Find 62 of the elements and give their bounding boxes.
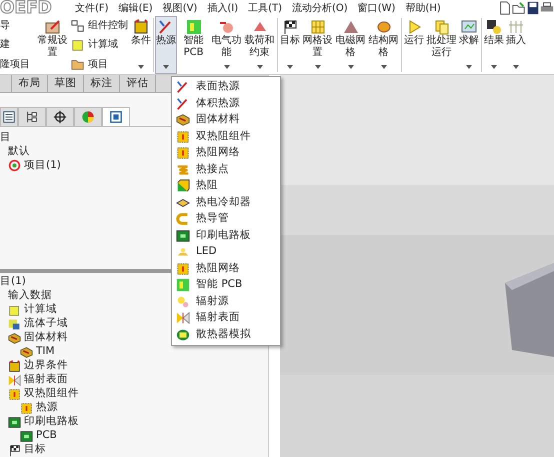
toolbar-button[interactable]: 网格设置	[301, 16, 334, 74]
toolbar-label[interactable]: 建	[0, 37, 36, 52]
toolbar-button[interactable]: 条件	[130, 16, 152, 74]
toolbar-button[interactable]: 批处理运行	[425, 16, 458, 74]
tree-item[interactable]: 热源	[36, 400, 58, 416]
menu-item[interactable]: 帮助(H)	[400, 0, 446, 16]
menu-item[interactable]: 辐射源	[172, 294, 280, 310]
toolbar-button[interactable]: 结构网格	[367, 16, 400, 74]
menu-item[interactable]: 热阻网络	[172, 260, 280, 277]
tree-item[interactable]: TIM	[36, 344, 55, 360]
toolbar-button[interactable]: 电磁网格	[334, 16, 367, 74]
menu-item[interactable]: 插入(I)	[202, 0, 244, 16]
menu-item[interactable]: 双热阻组件	[172, 128, 280, 145]
toolbar-button[interactable]: 电气功能	[210, 16, 243, 74]
menu-item[interactable]: 视图(V)	[158, 0, 202, 16]
tree-item[interactable]: 辐射表面	[24, 372, 68, 388]
menu-item[interactable]: 散热器模拟	[172, 326, 280, 343]
tree-item[interactable]: 项目(1)	[24, 158, 61, 174]
app-logo: OEFD	[0, 0, 53, 16]
menu-item[interactable]: 热电冷却器	[172, 194, 280, 211]
tree-item[interactable]: 流体子域	[24, 316, 68, 332]
tree-item[interactable]: 输入数据	[8, 288, 52, 304]
toolbar-button[interactable]: 目标	[279, 16, 301, 74]
menu-item[interactable]: LED	[172, 244, 280, 260]
toolbar-label[interactable]: 隆项目	[0, 56, 36, 72]
menu-item[interactable]: 工具(T)	[243, 0, 288, 16]
toolbar-button[interactable]: 智能PCB	[177, 16, 210, 74]
toolbar-item[interactable]: 计算域	[88, 37, 118, 52]
tree-item[interactable]: 目(1)	[0, 274, 26, 290]
tree-item[interactable]: 目标	[24, 442, 46, 457]
menu-item[interactable]: 编辑(E)	[114, 0, 158, 16]
tree-item[interactable]: 双热阻组件	[24, 386, 79, 402]
menu-item[interactable]: 印刷电路板	[172, 228, 280, 244]
menu-item[interactable]: 热导管	[172, 211, 280, 228]
toolbar-button[interactable]: 结果	[483, 16, 505, 74]
menu-item[interactable]: 热接点	[172, 162, 280, 178]
tree-item[interactable]: PCB	[36, 428, 57, 444]
toolbar-label[interactable]: 导	[0, 18, 36, 34]
tree-item[interactable]: 边界条件	[24, 358, 68, 374]
toolbar-button[interactable]: 热源	[155, 16, 177, 74]
menu-item[interactable]: 流动分析(O)	[287, 0, 353, 16]
menu-item[interactable]: 表面热源	[172, 79, 280, 96]
toolbar-item[interactable]: 项目	[88, 56, 108, 72]
tree-item[interactable]: 计算域	[24, 302, 57, 318]
tree-item[interactable]: 印刷电路板	[24, 414, 79, 430]
menu-item[interactable]: 文件(F)	[70, 0, 114, 16]
toolbar-button[interactable]: 常规设置	[36, 16, 69, 74]
menu-item[interactable]: 热阻网络	[172, 145, 280, 162]
menu-item[interactable]: 体积热源	[172, 96, 280, 112]
toolbar-button[interactable]: 插入	[505, 16, 527, 74]
toolbar-item[interactable]: 组件控制	[88, 18, 128, 34]
toolbar-button[interactable]: 载荷和约束	[243, 16, 276, 74]
menu-item[interactable]: 固体材料	[172, 112, 280, 128]
tree-item[interactable]: 固体材料	[24, 330, 68, 346]
tree-item[interactable]: 默认	[8, 144, 30, 160]
menu-item[interactable]: 辐射表面	[172, 310, 280, 326]
tree-item[interactable]: 目	[0, 130, 11, 146]
menu-item[interactable]: 窗口(W)	[352, 0, 400, 16]
menu-item[interactable]: 智能 PCB	[172, 277, 280, 294]
toolbar-button[interactable]: 求解	[458, 16, 480, 74]
toolbar-button[interactable]: 运行	[403, 16, 425, 74]
menu-item[interactable]: 热阻	[172, 178, 280, 194]
